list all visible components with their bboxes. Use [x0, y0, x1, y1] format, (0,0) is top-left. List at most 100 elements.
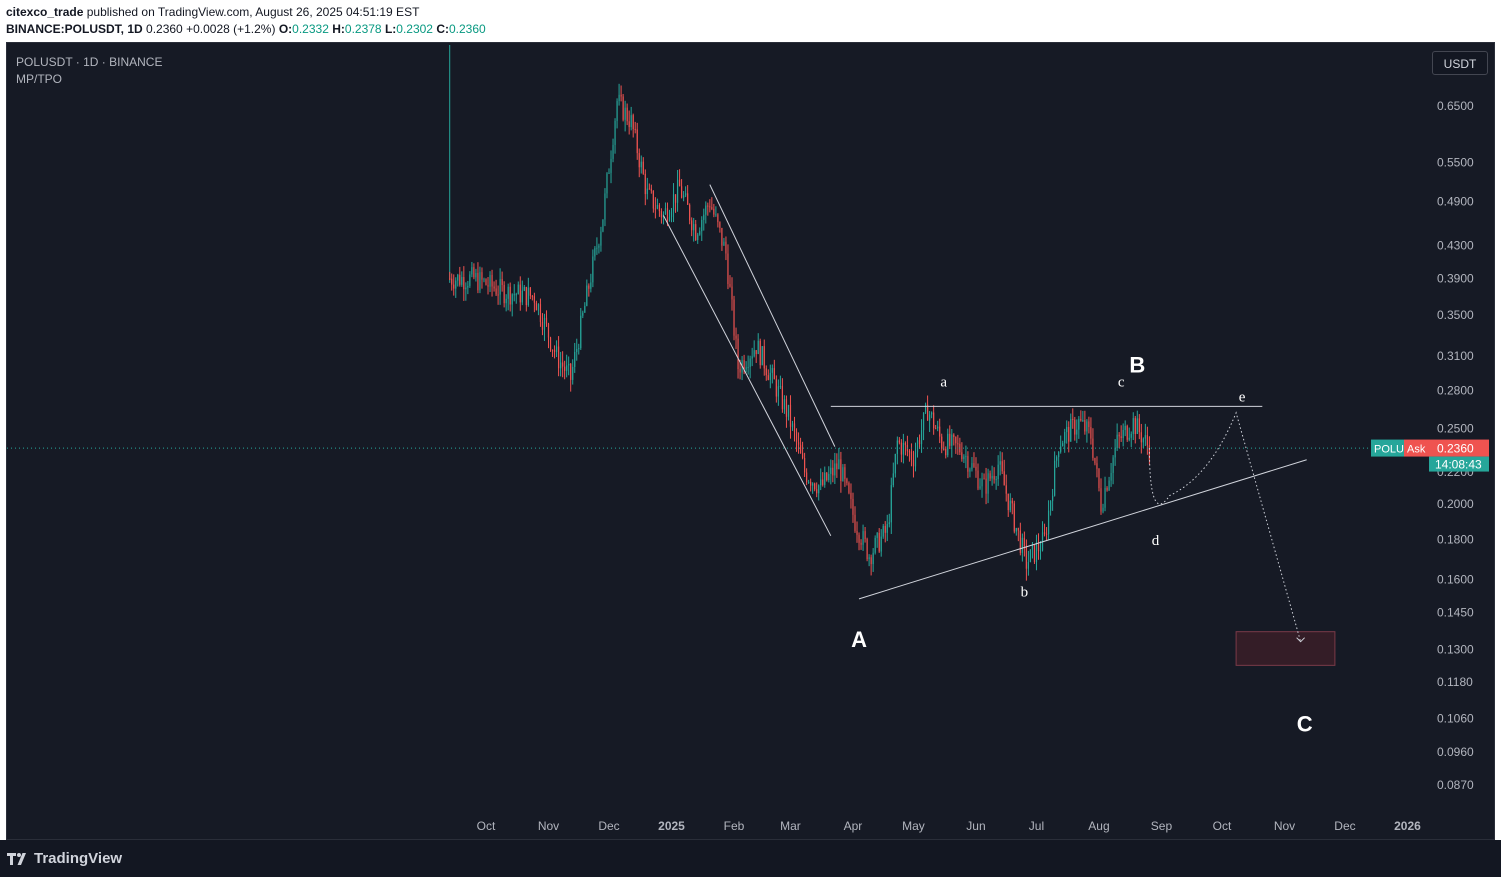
time-tick-label: Sep — [1151, 819, 1173, 833]
candle-body — [568, 363, 570, 366]
candle-body — [779, 386, 781, 388]
candle-body — [541, 321, 544, 330]
candle-body — [493, 286, 495, 289]
candle-body — [826, 472, 828, 481]
candle-body — [566, 365, 568, 371]
candle-body — [529, 287, 531, 296]
candle-body — [957, 443, 959, 445]
candle-body — [606, 173, 608, 194]
candle-body — [739, 369, 741, 373]
candle-body — [1060, 446, 1062, 452]
candle-body — [791, 423, 794, 427]
candle-body — [616, 101, 618, 121]
candle-body — [862, 531, 864, 545]
wave-label-e: e — [1239, 389, 1246, 405]
candle-body — [999, 461, 1001, 465]
price-tag-ask: Ask — [1407, 444, 1426, 456]
time-tick-label: 2026 — [1394, 819, 1421, 833]
candle-body — [828, 473, 830, 481]
candle-body — [832, 467, 834, 476]
price-tag-symbol: POLU — [1374, 444, 1404, 456]
candle-body — [497, 294, 499, 296]
candle-body — [846, 478, 848, 483]
candle-body — [473, 267, 475, 278]
candle-body — [806, 472, 808, 483]
candle-body — [551, 349, 554, 351]
legend-title[interactable]: POLUSDT · 1D · BINANCE — [16, 54, 162, 71]
candle-body — [918, 440, 921, 445]
candle-body — [874, 537, 876, 553]
candle-body — [953, 434, 955, 437]
candle-body — [876, 532, 878, 538]
candle-body — [955, 436, 957, 444]
time-tick-label: May — [902, 819, 925, 833]
candle-body — [628, 121, 630, 128]
time-tick-label: Mar — [780, 819, 801, 833]
candle-body — [560, 362, 562, 369]
close-value: 0.2360 — [448, 22, 486, 36]
author-name[interactable]: citexco_trade — [6, 5, 83, 19]
candle-body — [608, 172, 610, 174]
candle-body — [900, 442, 902, 455]
candle-body — [1138, 418, 1140, 433]
candle-body — [1027, 561, 1030, 569]
candle-body — [527, 287, 529, 306]
candle-body — [517, 284, 519, 295]
candle-body — [725, 241, 727, 254]
candle-body — [668, 217, 671, 221]
candle-body — [1037, 543, 1040, 551]
candle-body — [1076, 429, 1078, 435]
candle-body — [449, 278, 451, 280]
candle-body — [737, 338, 739, 370]
candle-body — [465, 287, 467, 290]
candle-body — [880, 536, 882, 552]
candle-body — [961, 452, 963, 460]
candle-body — [467, 285, 469, 288]
candle-body — [1003, 471, 1005, 486]
candle-body — [1108, 480, 1110, 491]
tradingview-logo[interactable]: TradingView — [7, 850, 122, 867]
candle-body — [590, 282, 592, 289]
time-axis: Oct Nov Dec 2025 Feb Mar Apr May Jun Jul Aug Sep Oct… — [477, 819, 1421, 833]
candle-body — [636, 129, 638, 154]
candle-body — [1088, 421, 1090, 428]
candle-body — [848, 482, 850, 493]
candle-body — [947, 433, 949, 456]
candle-body — [553, 349, 556, 352]
candle-body — [969, 469, 971, 472]
candle-body — [666, 208, 669, 221]
candle-body — [695, 224, 697, 241]
candle-body — [844, 467, 846, 479]
candle-body — [586, 285, 588, 306]
candle-body — [487, 284, 489, 287]
time-tick-label: Dec — [598, 819, 619, 833]
candle-body — [658, 204, 661, 212]
candle-body — [1100, 488, 1102, 512]
wave-label-A: A — [851, 627, 867, 652]
candle-body — [499, 279, 501, 295]
candle-body — [1068, 426, 1070, 442]
chart-area[interactable]: 0.6500 0.5500 0.4900 0.4300 0.3900 0.3500 0.31… — [6, 42, 1495, 840]
projection-path — [1148, 411, 1302, 642]
time-tick-label: Aug — [1088, 819, 1109, 833]
legend-indicator[interactable]: MP/TPO — [16, 71, 162, 88]
candle-body — [965, 456, 967, 458]
candle-body — [904, 442, 907, 446]
candle-body — [759, 340, 761, 366]
candle-body — [660, 211, 663, 218]
candle-body — [995, 479, 997, 481]
candle-body — [1082, 420, 1084, 422]
currency-button[interactable]: USDT — [1432, 51, 1488, 75]
price-chart[interactable]: 0.6500 0.5500 0.4900 0.4300 0.3900 0.3500 0.31… — [7, 43, 1494, 839]
price-tag-price: 0.2360 — [1437, 442, 1474, 456]
candle-body — [588, 285, 590, 289]
candle-body — [685, 193, 687, 196]
high-label: H: — [332, 22, 345, 36]
symbol-interval: BINANCE:POLUSDT, 1D — [6, 22, 143, 36]
candle-body — [646, 188, 648, 195]
candle-body — [838, 459, 840, 470]
price-tick-label: 0.3900 — [1437, 271, 1474, 285]
candle-body — [1033, 544, 1036, 562]
candle-body — [751, 356, 753, 359]
footer-bar: TradingView — [0, 840, 1501, 877]
